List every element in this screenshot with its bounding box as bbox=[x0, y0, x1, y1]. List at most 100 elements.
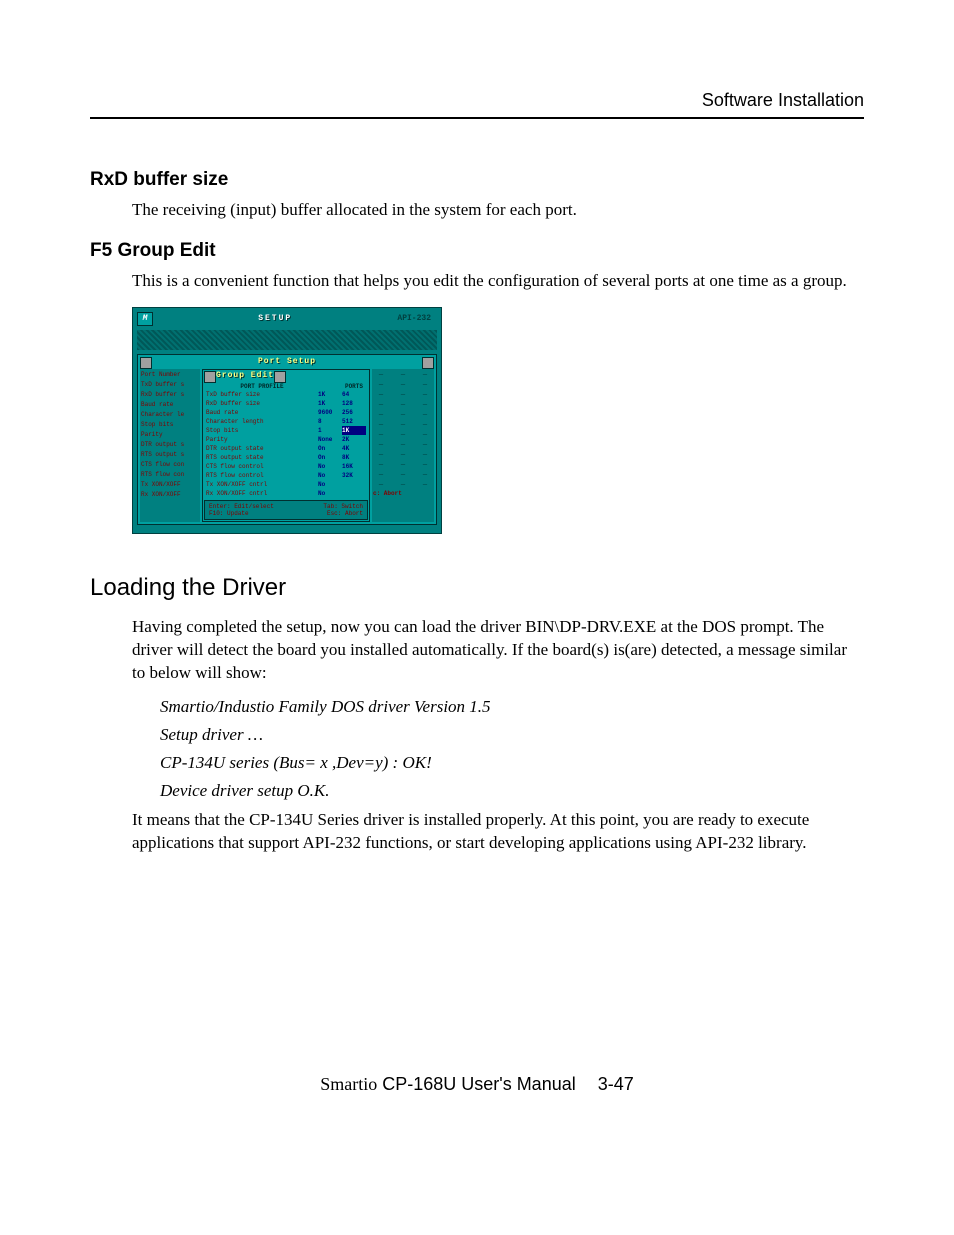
group-edit-title: Group Edit bbox=[216, 371, 274, 381]
dash-row: ——— bbox=[373, 460, 433, 470]
profile-row: RTS flow controlNo32K bbox=[204, 471, 368, 480]
profile-option bbox=[342, 480, 366, 489]
profile-option: 64 bbox=[342, 390, 366, 399]
f5-description: This is a convenient function that helps… bbox=[132, 270, 864, 293]
dash-row: ——— bbox=[373, 480, 433, 490]
driver-message-line-2: Setup driver … bbox=[160, 725, 864, 745]
profile-option: 1K bbox=[342, 426, 366, 435]
profile-label: Tx XON/XOFF cntrl bbox=[206, 480, 318, 489]
profile-value: 1 bbox=[318, 426, 342, 435]
profile-value: No bbox=[318, 471, 342, 480]
heading-loading-the-driver: Loading the Driver bbox=[90, 574, 864, 602]
profile-option: 128 bbox=[342, 399, 366, 408]
driver-message-line-4: Device driver setup O.K. bbox=[160, 781, 864, 801]
loading-conclusion: It means that the CP-134U Series driver … bbox=[132, 809, 864, 855]
profile-option: 8K bbox=[342, 453, 366, 462]
profile-label: DTR output state bbox=[206, 444, 318, 453]
profile-value: 8 bbox=[318, 417, 342, 426]
profile-label: RxD buffer size bbox=[206, 399, 318, 408]
profile-value: 9600 bbox=[318, 408, 342, 417]
profile-option: 256 bbox=[342, 408, 366, 417]
window-control-icon bbox=[422, 357, 434, 369]
profile-option: 4K bbox=[342, 444, 366, 453]
dash-row: ——— bbox=[373, 410, 433, 420]
port-columns-placeholder: ————————————————————————————————————c: A… bbox=[372, 369, 434, 523]
profile-row: RxD buffer size1K128 bbox=[204, 399, 368, 408]
window-control-icon bbox=[274, 371, 286, 383]
hint-esc: Esc: Abort bbox=[327, 510, 363, 517]
profile-option bbox=[342, 489, 366, 498]
profile-row: DTR output stateOn4K bbox=[204, 444, 368, 453]
port-field-label: Port Number bbox=[141, 370, 199, 380]
profile-label: RTS output state bbox=[206, 453, 318, 462]
dash-row: ——— bbox=[373, 450, 433, 460]
dash-row: ——— bbox=[373, 400, 433, 410]
port-field-label: Parity bbox=[141, 430, 199, 440]
profile-value: No bbox=[318, 462, 342, 471]
port-field-label: RTS output s bbox=[141, 450, 199, 460]
profile-label: Parity bbox=[206, 435, 318, 444]
profile-option: 512 bbox=[342, 417, 366, 426]
port-field-label: CTS flow con bbox=[141, 460, 199, 470]
profile-row: ParityNone2K bbox=[204, 435, 368, 444]
dash-row: ——— bbox=[373, 390, 433, 400]
dash-row: ——— bbox=[373, 440, 433, 450]
profile-row: Character length8512 bbox=[204, 417, 368, 426]
port-field-labels: Port NumberTxD buffer sRxD buffer sBaud … bbox=[140, 369, 200, 523]
footer-page-number: 3-47 bbox=[598, 1074, 634, 1094]
profile-row: Baud rate9600256 bbox=[204, 408, 368, 417]
profile-label: RTS flow control bbox=[206, 471, 318, 480]
loading-intro: Having completed the setup, now you can … bbox=[132, 616, 864, 685]
profile-label: Stop bits bbox=[206, 426, 318, 435]
hint-f10: F10: Update bbox=[209, 510, 249, 517]
dash-row: ——— bbox=[373, 430, 433, 440]
col-port-profile: PORT PROFILE bbox=[206, 383, 318, 390]
group-edit-panel: Group Edit PORT PROFILE PORTS TxD buffer… bbox=[202, 369, 370, 523]
running-header: Software Installation bbox=[90, 90, 864, 119]
port-field-label: Stop bits bbox=[141, 420, 199, 430]
window-control-icon bbox=[140, 357, 152, 369]
hint-enter: Enter: Edit/select bbox=[209, 503, 274, 510]
profile-row: Stop bits11K bbox=[204, 426, 368, 435]
profile-option: 2K bbox=[342, 435, 366, 444]
port-field-label: Rx XON/XOFF bbox=[141, 490, 199, 500]
terminal-title: SETUP bbox=[153, 314, 397, 324]
port-setup-title: Port Setup bbox=[152, 357, 422, 367]
terminal-api-label: API-232 bbox=[397, 314, 431, 324]
window-control-icon bbox=[204, 371, 216, 383]
profile-value: 1K bbox=[318, 390, 342, 399]
abort-hint: c: Abort bbox=[373, 490, 433, 497]
terminal-background-pattern bbox=[137, 330, 437, 350]
profile-value: No bbox=[318, 489, 342, 498]
profile-row: TxD buffer size1K64 bbox=[204, 390, 368, 399]
profile-label: Baud rate bbox=[206, 408, 318, 417]
setup-terminal-screenshot: M SETUP API-232 Port Setup Port NumberTx… bbox=[132, 307, 442, 535]
profile-option: 16K bbox=[342, 462, 366, 471]
profile-label: Character length bbox=[206, 417, 318, 426]
footer-smartio: Smartio bbox=[320, 1074, 377, 1094]
heading-f5-group-edit: F5 Group Edit bbox=[90, 240, 864, 262]
profile-row: RTS output stateOn8K bbox=[204, 453, 368, 462]
profile-value: On bbox=[318, 453, 342, 462]
moxa-logo-icon: M bbox=[137, 312, 153, 326]
profile-label: CTS flow control bbox=[206, 462, 318, 471]
port-field-label: Baud rate bbox=[141, 400, 199, 410]
profile-row: Rx XON/XOFF cntrlNo bbox=[204, 489, 368, 498]
col-ports: PORTS bbox=[342, 383, 366, 390]
port-setup-panel: Port Setup Port NumberTxD buffer sRxD bu… bbox=[137, 354, 437, 526]
driver-message-line-1: Smartio/Industio Family DOS driver Versi… bbox=[160, 697, 864, 717]
profile-label: TxD buffer size bbox=[206, 390, 318, 399]
profile-row: CTS flow controlNo16K bbox=[204, 462, 368, 471]
driver-message-line-3: CP-134U series (Bus= x ,Dev=y) : OK! bbox=[160, 753, 864, 773]
port-field-label: RTS flow con bbox=[141, 470, 199, 480]
port-field-label: DTR output s bbox=[141, 440, 199, 450]
hint-tab: Tab: Switch bbox=[323, 503, 363, 510]
port-field-label: Tx XON/XOFF bbox=[141, 480, 199, 490]
profile-value: 1K bbox=[318, 399, 342, 408]
terminal-titlebar: M SETUP API-232 bbox=[137, 312, 437, 326]
profile-value: None bbox=[318, 435, 342, 444]
port-field-label: Character le bbox=[141, 410, 199, 420]
heading-rxd-buffer-size: RxD buffer size bbox=[90, 169, 864, 191]
dash-row: ——— bbox=[373, 420, 433, 430]
profile-value: No bbox=[318, 480, 342, 489]
